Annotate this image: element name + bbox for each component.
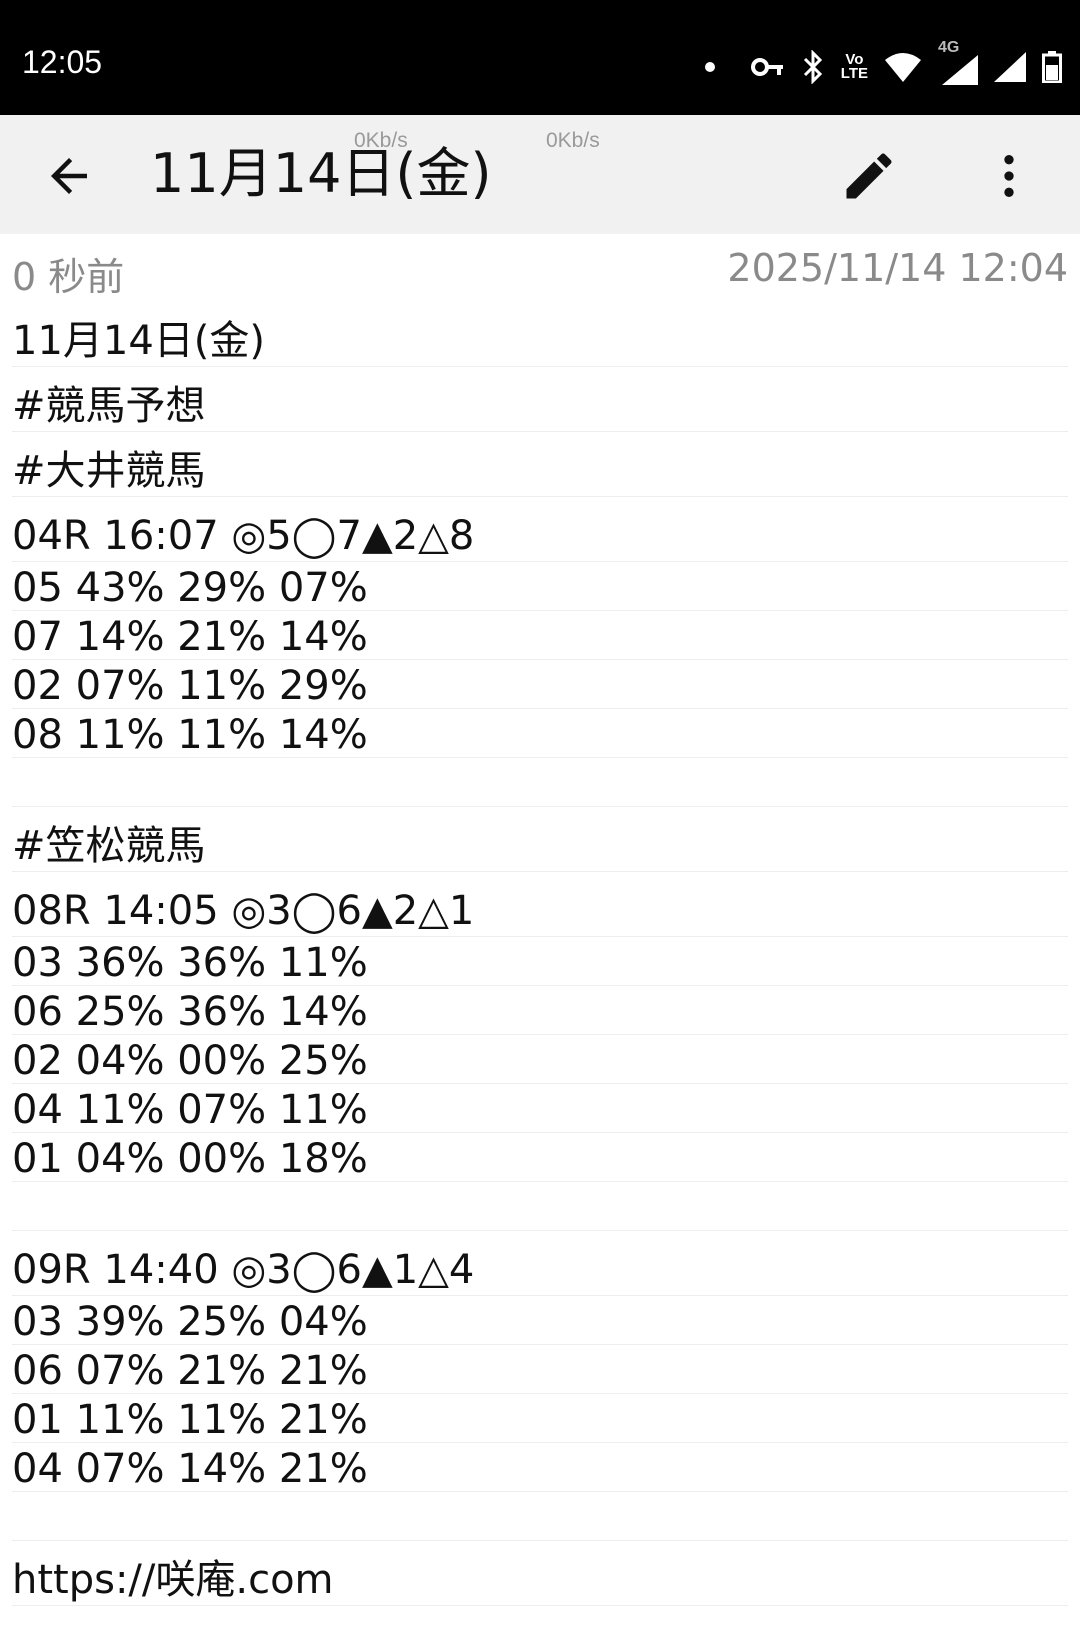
note-line: 04R 16:07 ◎5◯7▲2△8 [12,497,1068,562]
note-line: 05 43% 29% 07% [12,562,1068,611]
note-line-blank [12,1492,1068,1541]
network-speed-1: 0Kb/s [354,129,408,152]
note-line: #笠松競馬 [12,807,1068,872]
arrow-back-icon [51,158,87,194]
note-datetime: 2025/11/14 12:04 [727,246,1068,290]
app-bar: 11月14日(金) 0Kb/s 0Kb/s [0,115,1080,234]
note-line: 04 07% 14% 21% [12,1443,1068,1492]
note-line: #競馬予想 [12,367,1068,432]
note-line: 07 14% 21% 14% [12,611,1068,660]
relative-time: 0 秒前 [12,255,125,299]
status-icons: Vo LTE 4G [704,39,1062,92]
bluetooth-icon [801,50,825,84]
note-link[interactable]: https://咲庵.com [12,1541,1068,1606]
wifi-icon [884,52,922,82]
note-line: 03 39% 25% 04% [12,1296,1068,1345]
note-meta: 0 秒前 2025/11/14 12:04 [0,234,1080,299]
note-line: 01 11% 11% 21% [12,1394,1068,1443]
more-options-button[interactable] [976,143,1042,209]
note-line: 02 07% 11% 29% [12,660,1068,709]
note-line: 06 25% 36% 14% [12,986,1068,1035]
note-line: 09R 14:40 ◎3◯6▲1△4 [12,1231,1068,1296]
note-line: 01 04% 00% 18% [12,1133,1068,1182]
note-line: 06 07% 21% 21% [12,1345,1068,1394]
back-button[interactable] [36,143,102,209]
edit-button[interactable] [836,143,902,209]
note-line: 04 11% 07% 11% [12,1084,1068,1133]
more-vert-icon [1004,155,1014,197]
volte-icon: Vo LTE [840,52,868,82]
note-line: 03 36% 36% 11% [12,937,1068,986]
signal-icon [994,52,1026,82]
note-line: 08R 14:05 ◎3◯6▲2△1 [12,872,1068,937]
note-line-blank [12,758,1068,807]
pencil-icon [846,153,892,199]
page-title: 11月14日(金) [150,142,492,205]
volte-label-bottom: LTE [840,65,868,82]
status-time: 12:05 [22,44,103,80]
note-line: #大井競馬 [12,432,1068,497]
note-line: 11月14日(金) [12,302,1068,367]
note-line: 08 11% 11% 14% [12,709,1068,758]
note-line-blank [12,1182,1068,1231]
battery-icon [1042,51,1062,83]
note-body[interactable]: 11月14日(金) #競馬予想 #大井競馬 04R 16:07 ◎5◯7▲2△8… [0,302,1080,1606]
network-speed-2: 0Kb/s [546,129,600,152]
signal-4g-icon: 4G [938,39,978,85]
dot-icon [704,62,715,72]
vpn-key-icon [750,56,785,78]
note-line: 02 04% 00% 25% [12,1035,1068,1084]
status-bar: 12:05 Vo LTE 4G [0,0,1080,115]
